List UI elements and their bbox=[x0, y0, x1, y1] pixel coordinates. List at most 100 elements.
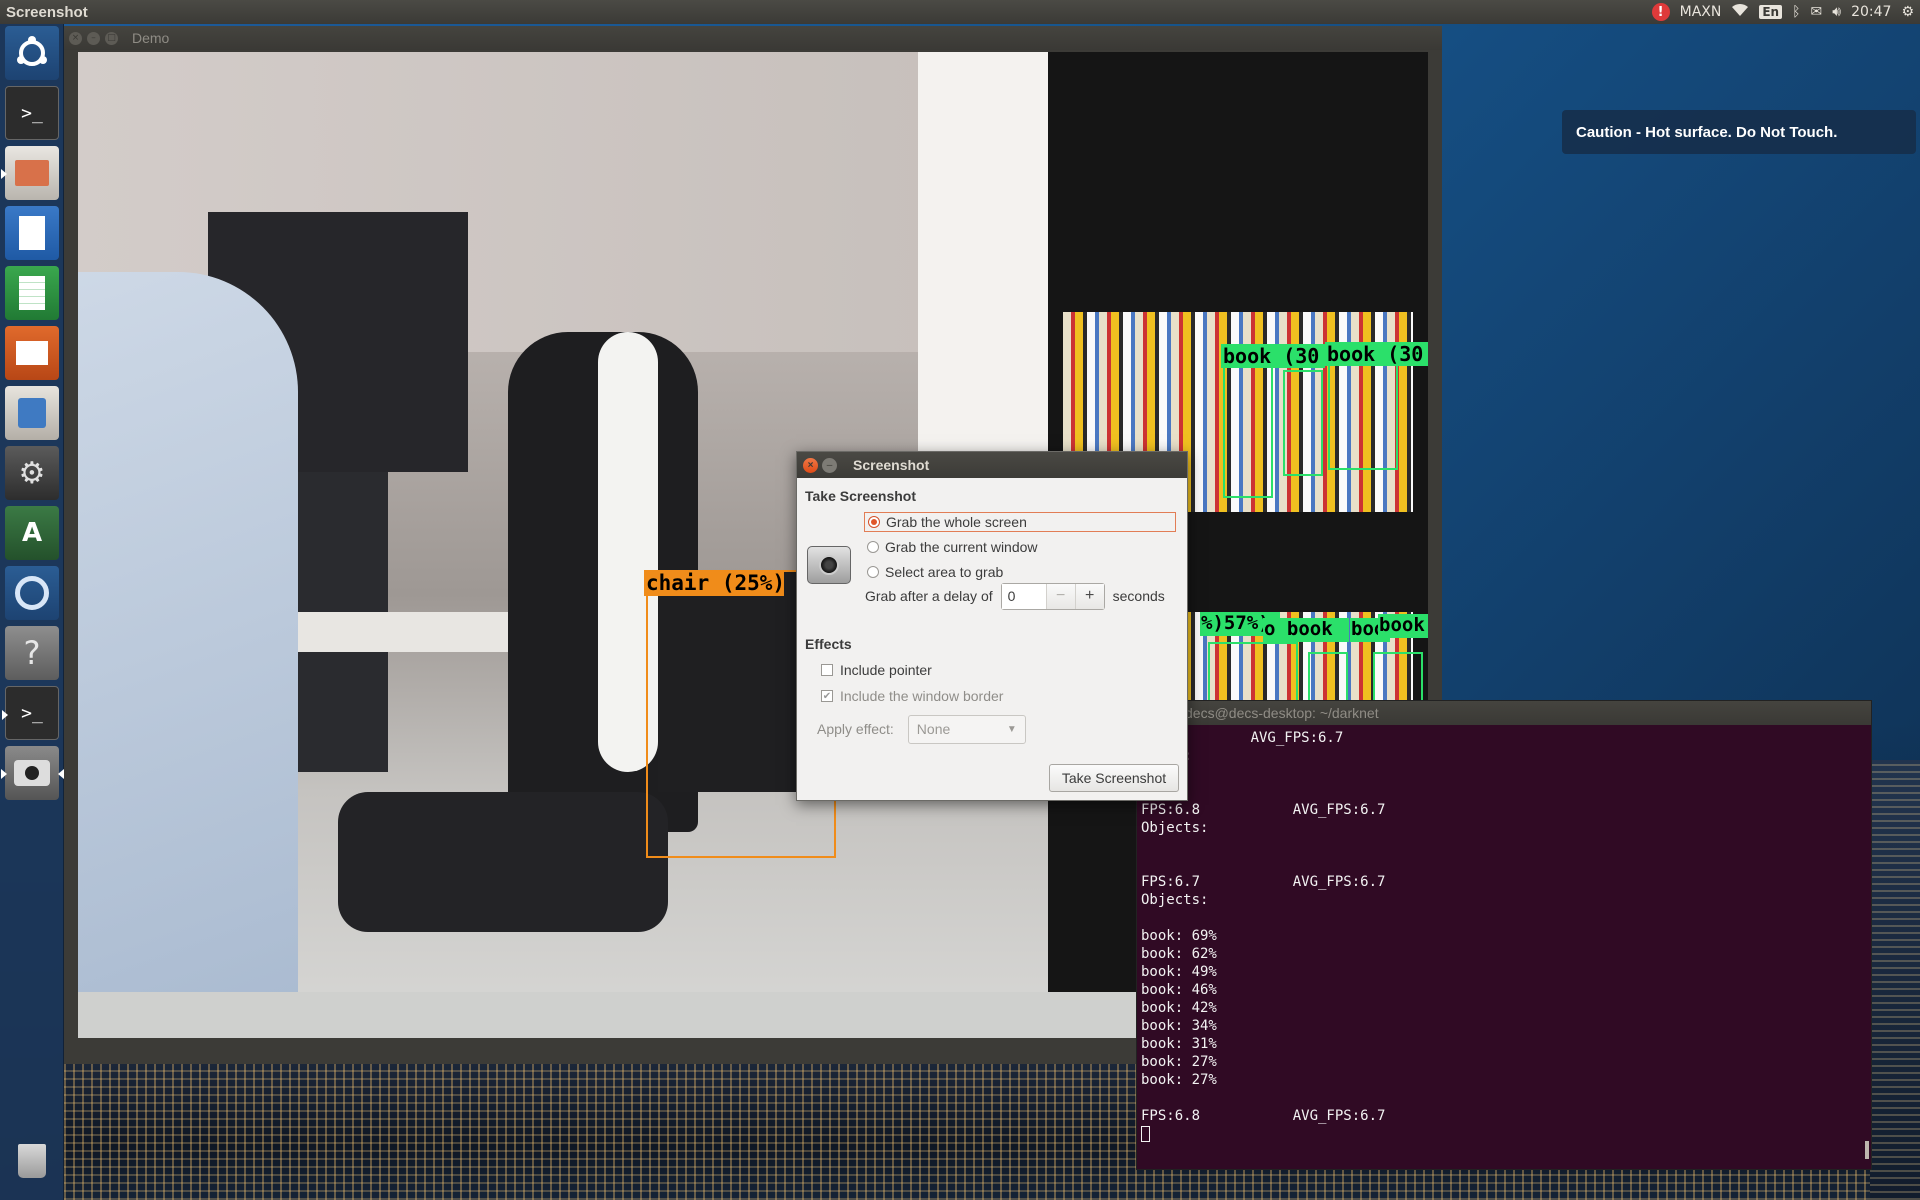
scrollbar[interactable] bbox=[1865, 1141, 1869, 1159]
impress-icon[interactable] bbox=[5, 326, 59, 380]
volume-icon[interactable]: 🔊︎ bbox=[1832, 4, 1841, 20]
detection-label-book: book (30 bbox=[1325, 342, 1428, 366]
radio-select-area[interactable]: Select area to grab bbox=[867, 562, 1003, 582]
terminal-line: book: 62% bbox=[1141, 946, 1217, 962]
take-screenshot-heading: Take Screenshot bbox=[805, 488, 917, 504]
terminal-window[interactable]: decs@decs-desktop: ~/darknet .7 AVG_FPS:… bbox=[1136, 700, 1872, 1170]
dialog-title: Screenshot bbox=[853, 457, 930, 473]
checkbox-include-window-border: ✔ Include the window border bbox=[821, 686, 1003, 706]
plus-icon[interactable]: + bbox=[1074, 583, 1104, 609]
terminal-line: FPS:6.7 AVG_FPS:6.7 bbox=[1141, 874, 1386, 890]
running-indicator bbox=[1, 169, 7, 179]
maximize-icon[interactable]: □ bbox=[105, 31, 118, 45]
radio-grab-current-window[interactable]: Grab the current window bbox=[867, 537, 1038, 557]
launcher: >_ ⚙ A ? >_ bbox=[0, 24, 64, 1200]
terminal-icon[interactable]: >_ bbox=[5, 86, 59, 140]
minimize-icon[interactable]: – bbox=[87, 31, 100, 45]
system-tray: ! MAXN En ᛒ ✉ 🔊︎ 20:47 ⚙ bbox=[1651, 0, 1920, 24]
terminal-line: Objects: bbox=[1141, 892, 1209, 908]
delay-spinner[interactable]: − + bbox=[1000, 582, 1105, 610]
slide-glyph bbox=[16, 341, 48, 365]
delay-row: Grab after a delay of − + seconds bbox=[865, 582, 1165, 610]
radio-label: Select area to grab bbox=[885, 564, 1004, 580]
apply-effect-select: None ▼ bbox=[907, 714, 1026, 744]
clock[interactable]: 20:47 bbox=[1851, 4, 1891, 20]
demo-titlebar[interactable]: × – □ Demo bbox=[64, 26, 1442, 50]
close-icon[interactable]: × bbox=[803, 457, 818, 473]
detection-label-book: book bbox=[1378, 614, 1428, 638]
trash-icon[interactable] bbox=[5, 1134, 59, 1188]
alert-icon[interactable]: ! bbox=[1651, 3, 1670, 21]
detection-box-book bbox=[1328, 350, 1398, 470]
delay-unit: seconds bbox=[1112, 588, 1165, 604]
radio-label: Grab the current window bbox=[885, 539, 1038, 555]
scene-shirt bbox=[78, 272, 298, 1038]
wrench-glyph: ⚙ bbox=[18, 455, 46, 491]
detection-label-book: book (30 bbox=[1221, 344, 1325, 368]
wifi-icon[interactable] bbox=[1731, 3, 1749, 21]
screenshot-icon[interactable] bbox=[1, 746, 64, 800]
terminal-icon[interactable]: >_ bbox=[2, 686, 59, 740]
terminal-cursor-line bbox=[1141, 1125, 1859, 1143]
checkbox-box-checked: ✔ bbox=[821, 690, 833, 702]
active-app-title: Screenshot bbox=[6, 3, 88, 21]
radio-indicator[interactable] bbox=[867, 566, 879, 578]
terminal-line: jects: bbox=[1141, 747, 1859, 765]
files-icon[interactable] bbox=[1, 146, 59, 200]
software-center-icon[interactable] bbox=[5, 386, 59, 440]
top-panel: Screenshot ! MAXN En ᛒ ✉ 🔊︎ 20:47 ⚙ bbox=[0, 0, 1920, 24]
ubuntu-logo-icon[interactable] bbox=[5, 26, 59, 80]
checkbox-box[interactable] bbox=[821, 664, 833, 676]
chevron-down-icon: ▼ bbox=[1006, 723, 1017, 735]
minus-icon[interactable]: − bbox=[1045, 583, 1075, 609]
checkbox-include-pointer[interactable]: Include pointer bbox=[821, 660, 932, 680]
software-updater-icon[interactable]: A bbox=[5, 506, 59, 560]
terminal-line: book: 34% bbox=[1141, 1018, 1217, 1034]
checkbox-label: Include pointer bbox=[840, 662, 932, 678]
screenshot-dialog: × – Screenshot Take Screenshot Grab the … bbox=[796, 451, 1188, 801]
terminal-titlebar[interactable]: decs@decs-desktop: ~/darknet bbox=[1137, 701, 1871, 725]
scene-pillar bbox=[918, 52, 1048, 472]
terminal-prompt-glyph: >_ bbox=[21, 702, 43, 724]
spreadsheet-glyph bbox=[19, 276, 45, 310]
take-screenshot-button[interactable]: Take Screenshot bbox=[1049, 764, 1179, 792]
terminal-line: Objects: bbox=[1141, 820, 1209, 836]
radio-indicator[interactable] bbox=[867, 541, 879, 553]
terminal-output[interactable]: .7 AVG_FPS:6.7jects: FPS:6.8 AVG_FPS:6.7 O… bbox=[1141, 725, 1859, 1165]
power-mode-indicator[interactable]: MAXN bbox=[1680, 4, 1722, 20]
keyboard-language-indicator[interactable]: En bbox=[1759, 5, 1783, 19]
scene-stool bbox=[338, 792, 668, 932]
calc-icon[interactable] bbox=[5, 266, 59, 320]
writer-icon[interactable] bbox=[5, 206, 59, 260]
delay-input[interactable] bbox=[1001, 583, 1046, 609]
question-glyph: ? bbox=[23, 634, 41, 672]
terminal-line: FPS:6.8 AVG_FPS:6.7 bbox=[1141, 802, 1386, 818]
mail-icon[interactable]: ✉ bbox=[1811, 4, 1823, 20]
apply-effect-label: Apply effect: bbox=[817, 721, 894, 737]
radio-indicator[interactable] bbox=[868, 516, 880, 528]
terminal-cursor bbox=[1141, 1126, 1150, 1142]
dialog-titlebar[interactable]: × – Screenshot bbox=[797, 452, 1187, 478]
bag-glyph bbox=[18, 398, 46, 428]
close-icon[interactable]: × bbox=[69, 31, 82, 45]
terminal-line: book: 42% bbox=[1141, 1000, 1217, 1016]
trash-glyph bbox=[18, 1144, 46, 1178]
help-icon[interactable]: ? bbox=[5, 626, 59, 680]
apply-effect-row: Apply effect: None ▼ bbox=[817, 714, 1026, 744]
bluetooth-icon[interactable]: ᛒ bbox=[1792, 4, 1800, 20]
chromium-icon[interactable] bbox=[5, 566, 59, 620]
radio-grab-whole-screen[interactable]: Grab the whole screen bbox=[864, 512, 1176, 532]
updater-glyph: A bbox=[21, 518, 43, 548]
detection-label-book: o book bbox=[1263, 618, 1349, 642]
settings-icon[interactable]: ⚙ bbox=[5, 446, 59, 500]
terminal-line: book: 27% bbox=[1141, 1054, 1217, 1070]
terminal-line: FPS:6.8 AVG_FPS:6.7 bbox=[1141, 1108, 1386, 1124]
detection-label-chair: chair (25%) bbox=[644, 570, 786, 596]
minimize-icon[interactable]: – bbox=[822, 457, 837, 473]
gear-icon[interactable]: ⚙ bbox=[1901, 4, 1914, 20]
